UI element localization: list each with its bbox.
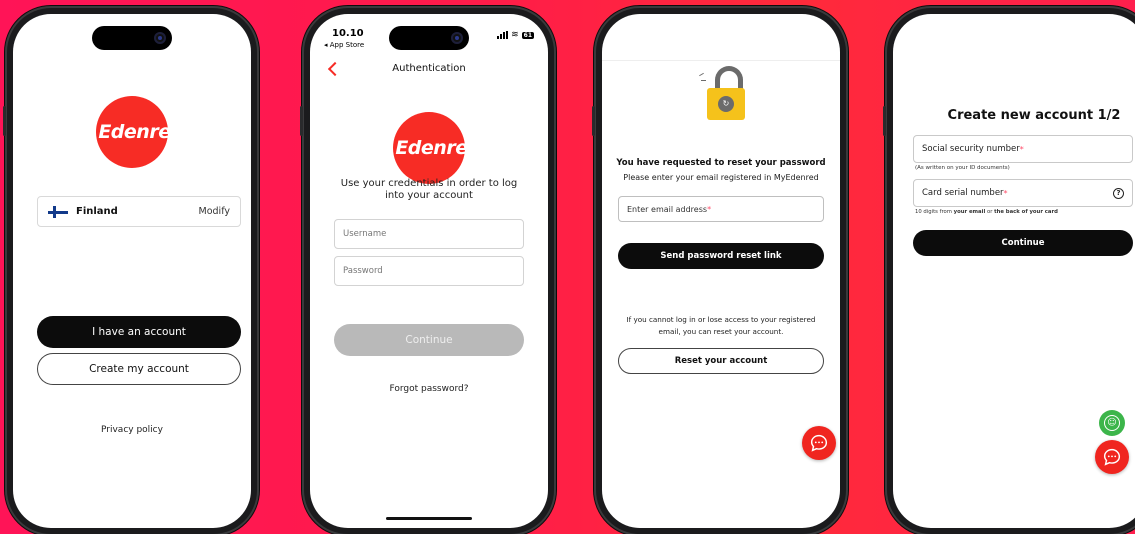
battery-icon: 61 [521,31,534,39]
card-serial-input[interactable]: Card serial number * ? [913,179,1133,207]
create-account-button[interactable]: Create my account [37,353,241,385]
status-time: 10.10 [332,28,364,39]
continue-button[interactable]: Continue [334,324,524,356]
top-divider [602,60,840,61]
forgot-password-link[interactable]: Forgot password? [320,384,538,394]
unlock-illustration-icon: ↻ [699,64,751,126]
home-indicator [386,517,472,520]
finland-flag-icon [48,205,68,218]
password-input[interactable]: Password [334,256,524,286]
modify-link[interactable]: Modify [199,206,230,217]
create-account-screen: Create new account 1/2 Social security n… [893,14,1135,528]
status-icons: ≋ 61 [497,30,534,40]
phone-welcome: Edenred Finland Modify I have an account… [3,6,259,534]
phone-authentication: 10.10 ◂ App Store ≋ 61 Authentication Ed… [300,6,556,534]
wifi-icon: ≋ [511,30,519,40]
help-circle-icon[interactable]: ? [1113,187,1124,199]
signal-icon [497,31,509,39]
reset-screen: ↻ You have requested to reset your passw… [602,14,840,528]
chat-button[interactable] [802,426,836,460]
username-input[interactable]: Username [334,219,524,249]
welcome-screen: Edenred Finland Modify I have an account… [13,14,251,528]
edenred-logo: Edenred [393,112,481,184]
email-input[interactable]: Enter email address * [618,196,824,222]
privacy-policy-link[interactable]: Privacy policy [23,425,241,435]
continue-button[interactable]: Continue [913,230,1133,256]
back-to-app-store[interactable]: ◂ App Store [324,41,364,49]
accessibility-icon: ☺ [1104,415,1120,431]
dynamic-island [389,26,469,50]
header-title: Authentication [392,63,466,74]
accessibility-button[interactable]: ☺ [1099,410,1125,436]
send-reset-link-button[interactable]: Send password reset link [618,243,824,269]
reset-account-button[interactable]: Reset your account [618,348,824,374]
reset-subheading: Please enter your email registered in My… [623,173,819,182]
ssn-hint: (As written on your ID documents) [915,165,1010,171]
create-account-title: Create new account 1/2 [947,108,1121,123]
auth-subtitle: Use your credentials in order to log int… [340,178,518,201]
country-name: Finland [76,206,118,217]
have-account-button[interactable]: I have an account [37,316,241,348]
dynamic-island [92,26,172,50]
chat-bubble-icon [810,434,828,452]
edenred-logo: Edenred [96,96,184,168]
country-selector[interactable]: Finland Modify [37,196,241,227]
chat-bubble-icon [1103,448,1121,466]
auth-screen: 10.10 ◂ App Store ≋ 61 Authentication Ed… [310,14,548,528]
card-serial-hint: 10 digits from your email or the back of… [915,209,1058,215]
phone-reset-password: ↻ You have requested to reset your passw… [592,6,848,534]
ssn-input[interactable]: Social security number * [913,135,1133,163]
reset-heading: You have requested to reset your passwor… [616,158,826,168]
phone-create-account: Create new account 1/2 Social security n… [883,6,1135,534]
chat-button[interactable] [1095,440,1129,474]
reset-help-text: If you cannot log in or lose access to y… [626,315,816,336]
